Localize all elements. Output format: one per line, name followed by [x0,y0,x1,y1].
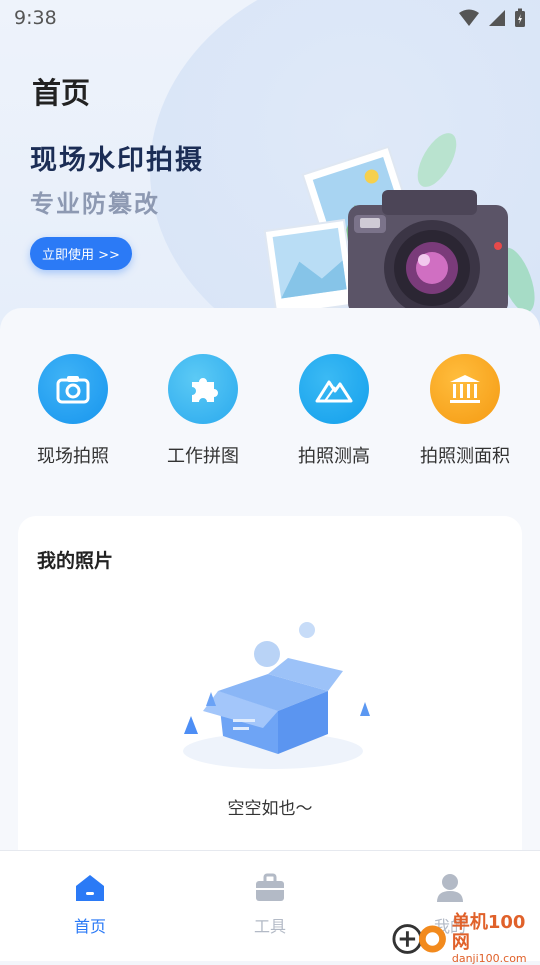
museum-icon [430,354,500,424]
quick-action-measure-area[interactable]: 拍照测面积 [400,354,530,468]
use-now-button[interactable]: 立即使用 >> [30,237,132,270]
signal-icon [489,10,505,26]
home-icon [76,875,104,901]
status-icons [458,8,526,28]
nav-label-tools: 工具 [253,917,286,936]
camera-illustration [263,133,535,317]
hero-subline: 专业防篡改 [30,190,160,218]
watermark-text: 单机100网 danji100.com [452,913,540,965]
person-icon [437,874,463,902]
watermark-sub: danji100.com [451,951,527,965]
page-title: 首页 [32,76,91,110]
toolbox-icon [256,873,284,901]
empty-box-icon [183,622,370,769]
site-watermark: 单机100网 danji100.com [392,913,540,964]
nav-label-home: 首页 [73,917,106,936]
puzzle-icon [168,354,238,424]
quick-action-puzzle[interactable]: 工作拼图 [138,354,268,468]
quick-action-measure-height[interactable]: 拍照测高 [269,354,399,468]
quick-action-label: 现场拍照 [37,446,109,467]
quick-action-site-photo[interactable]: 现场拍照 [8,354,138,468]
watermark-main: 单机100网 [451,912,526,953]
nav-item-tools[interactable]: 工具 [220,873,320,937]
my-photos-title: 我的照片 [37,550,114,572]
quick-actions: 现场拍照 工作拼图 拍照测高 拍照测面积 [0,354,540,474]
status-time: 9:38 [14,7,57,29]
mountain-icon [299,354,369,424]
quick-action-label: 拍照测高 [298,446,370,467]
quick-action-label: 工作拼图 [167,446,239,467]
battery-icon [515,8,525,27]
quick-action-label: 拍照测面积 [420,446,510,467]
watermark-logo-icon [392,924,446,954]
wifi-icon [459,9,479,26]
hero-headline: 现场水印拍摄 [30,145,204,176]
status-bar: 9:38 [0,0,540,36]
empty-state-text: 空空如也～ [227,799,313,819]
camera-icon [38,354,108,424]
my-photos-card: 我的照片 空空如也～ [18,516,522,876]
nav-item-home[interactable]: 首页 [40,873,140,937]
